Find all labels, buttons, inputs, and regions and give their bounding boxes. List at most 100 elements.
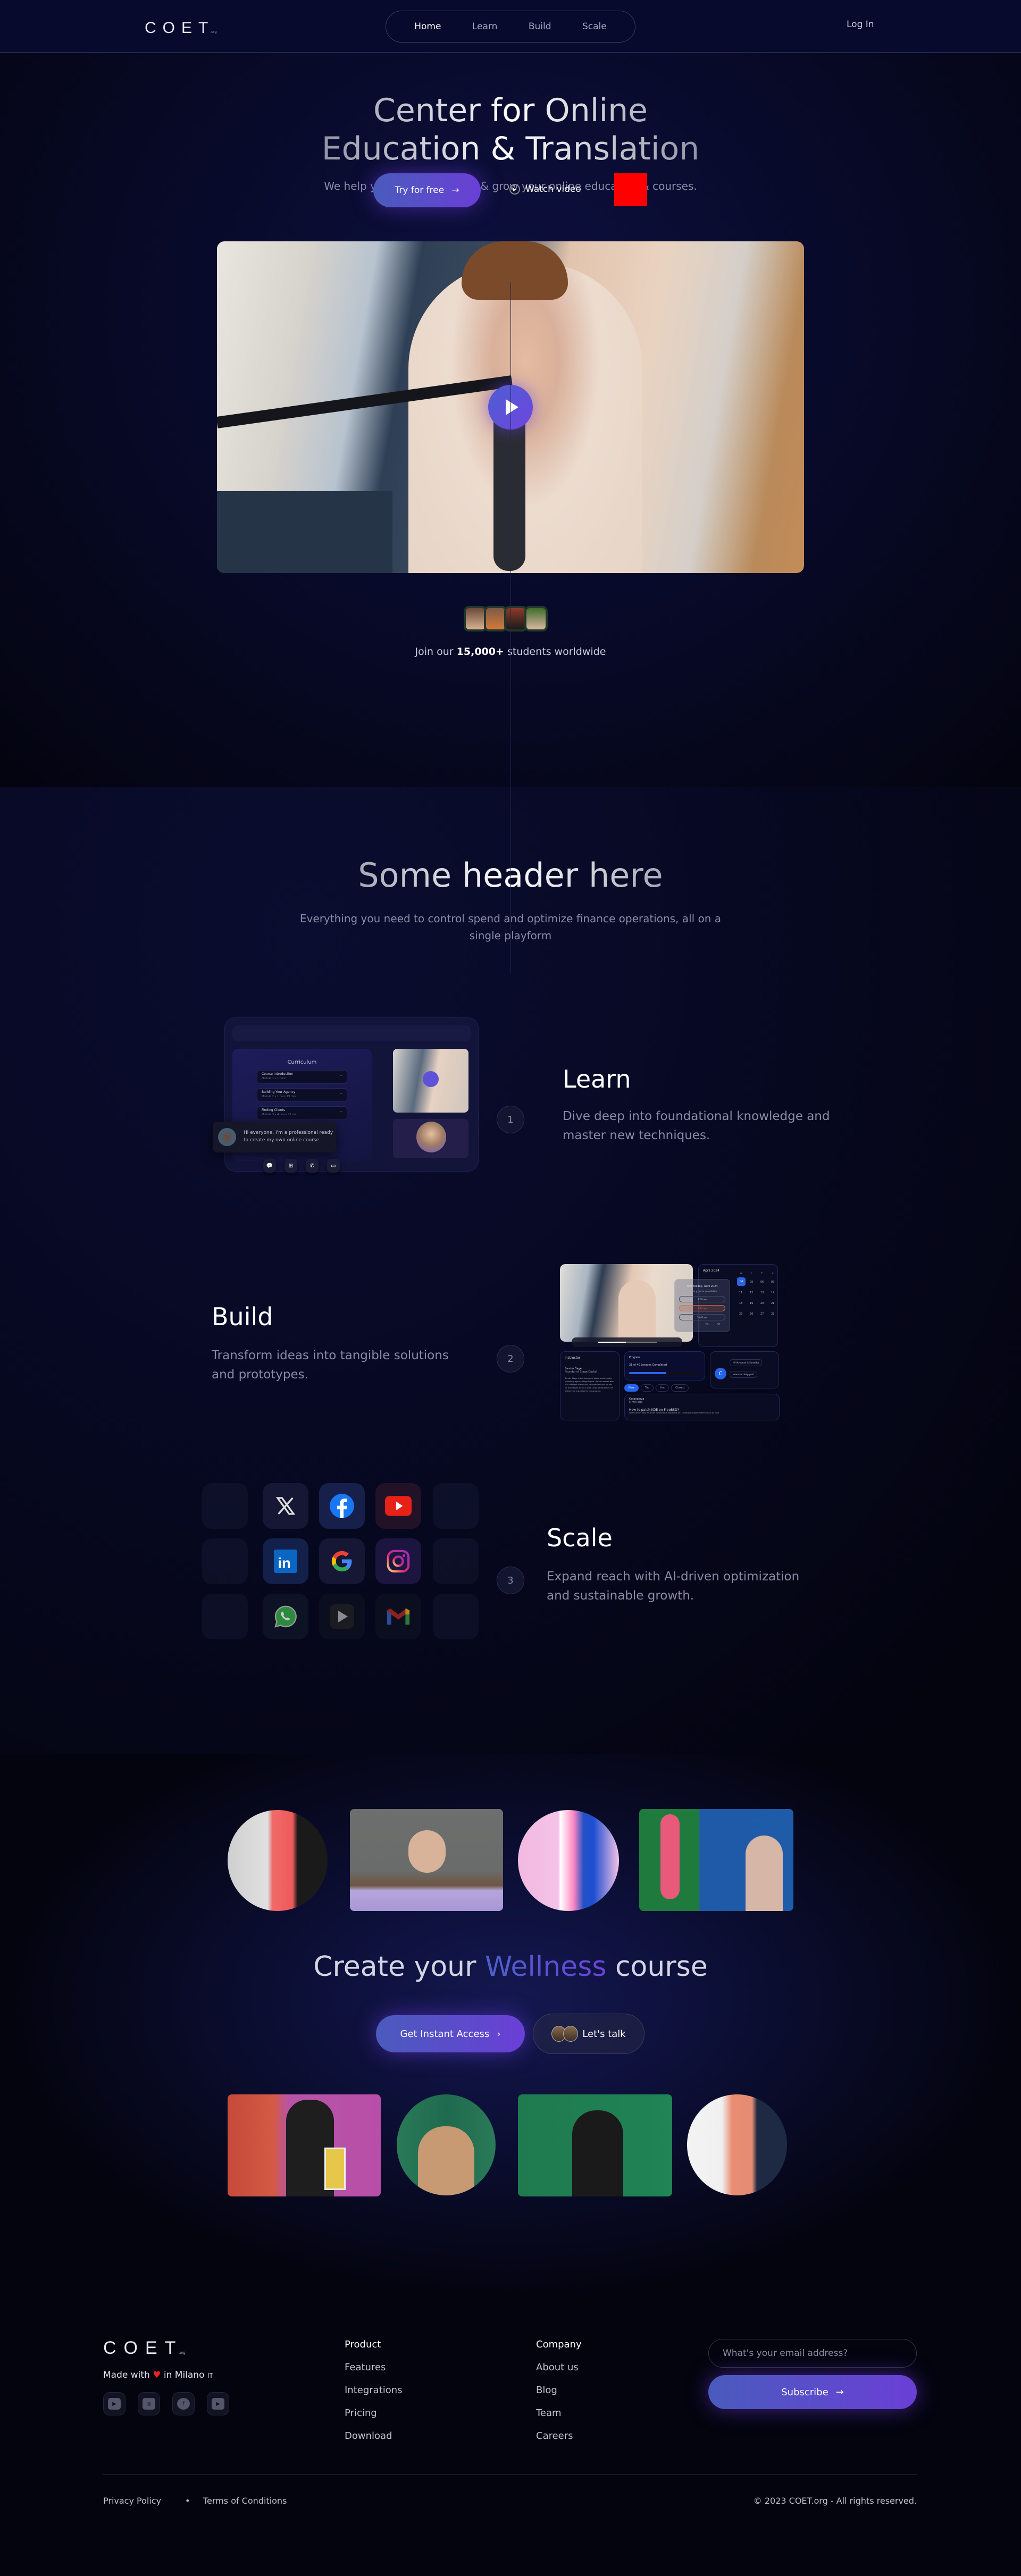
module-item[interactable]: Building Your Agency Module 2 • 1 hour 19… — [257, 1088, 347, 1102]
placeholder-tile — [433, 1483, 479, 1529]
nav-item-build[interactable]: Build — [529, 21, 551, 32]
calendar-day[interactable]: 05 — [750, 1281, 753, 1284]
footer-link-blog[interactable]: Blog — [536, 2385, 582, 2396]
footer-link-team[interactable]: Team — [536, 2407, 582, 2419]
footer-youtube-link[interactable]: ▶ — [103, 2392, 125, 2415]
availability-title: Wednesday, April 2024 — [687, 1285, 718, 1288]
youtube-icon[interactable] — [375, 1483, 421, 1529]
tab-closed[interactable]: Closed — [671, 1384, 689, 1392]
red-placeholder-box — [614, 173, 647, 206]
logo[interactable]: COET.org — [145, 19, 216, 37]
watch-video-button[interactable]: ▶ Watch video — [509, 184, 581, 195]
calendar-selected-day[interactable]: 04 — [737, 1277, 746, 1286]
step-number-3: 3 — [497, 1567, 524, 1594]
footer-link-about[interactable]: About us — [536, 2362, 582, 2373]
calendar-day[interactable]: 21 — [771, 1302, 774, 1305]
footer-instagram-link[interactable]: ◎ — [138, 2392, 160, 2415]
facebook-icon[interactable] — [319, 1483, 365, 1529]
step-number-2: 2 — [497, 1345, 524, 1373]
student-avatars — [464, 606, 548, 632]
tab-new[interactable]: New — [624, 1384, 639, 1392]
lets-talk-button[interactable]: Let's talk — [533, 2014, 645, 2054]
facebook-icon: f — [177, 2398, 190, 2410]
video-scene-person — [618, 1280, 656, 1342]
hero-title-line2: Education & Translation — [321, 130, 700, 167]
photo-face — [408, 1830, 446, 1873]
get-instant-access-button[interactable]: Get Instant Access › — [376, 2015, 525, 2052]
terms-link[interactable]: Terms of Conditions — [203, 2496, 287, 2506]
calendar-day[interactable]: 28 — [771, 1312, 774, 1316]
nav-menu: Home Learn Build Scale — [386, 11, 635, 43]
video-controls[interactable] — [572, 1337, 682, 1347]
availability-label: Times you're available — [687, 1290, 717, 1293]
instructor-photo — [687, 2094, 787, 2195]
italy-flag-icon: IT — [207, 2372, 213, 2379]
forum-post[interactable]: Golanginya 5 min ago How to patch KDE on… — [624, 1394, 780, 1420]
heart-icon: ♥ — [153, 2370, 161, 2380]
chat-icon[interactable]: 💬 — [263, 1159, 276, 1173]
calendar-day[interactable]: 27 — [760, 1312, 764, 1316]
calendar-day[interactable]: 26 — [750, 1312, 753, 1316]
calendar-day-header: f — [761, 1272, 763, 1275]
chevron-down-icon: ⌄ — [339, 1091, 342, 1095]
instructor-photo — [518, 2094, 672, 2196]
phone-icon[interactable]: ✆ — [306, 1159, 319, 1173]
play-store-icon[interactable] — [319, 1594, 365, 1639]
calendar-day[interactable]: 06 — [760, 1281, 764, 1284]
footer-link-careers[interactable]: Careers — [536, 2430, 582, 2442]
x-icon[interactable] — [263, 1483, 308, 1529]
time-slot[interactable]: 9:00 am — [679, 1296, 725, 1302]
play-icon[interactable] — [423, 1071, 439, 1087]
time-slot[interactable]: 10:00 am — [679, 1314, 725, 1320]
footer-link-features[interactable]: Features — [345, 2362, 403, 2373]
calendar-day[interactable]: 20 — [760, 1302, 764, 1305]
footer-logo[interactable]: COET.org — [103, 2338, 186, 2359]
placeholder-tile — [202, 1483, 248, 1529]
instructor-photo — [228, 2094, 381, 2196]
login-link[interactable]: Log In — [847, 19, 874, 30]
photo-person — [572, 2110, 623, 2196]
try-for-free-button[interactable]: Try for free → — [373, 173, 481, 207]
subscribe-button[interactable]: Subscribe → — [708, 2375, 917, 2409]
course-video-player[interactable] — [560, 1264, 693, 1347]
footer-link-integrations[interactable]: Integrations — [345, 2385, 403, 2396]
module-item[interactable]: Course Introduction Module 1 • 1 hour ⌄ — [257, 1070, 347, 1084]
footer-link-download[interactable]: Download — [345, 2430, 403, 2442]
footer-youtube-link-2[interactable]: ▶ — [207, 2392, 229, 2415]
footer-facebook-link[interactable]: f — [172, 2392, 195, 2415]
screen-share-icon[interactable]: ▭ — [327, 1159, 340, 1173]
integrations-icon-grid: in — [202, 1483, 500, 1643]
classroom-icon[interactable]: ⊞ — [284, 1159, 297, 1173]
instagram-icon: ◎ — [143, 2398, 155, 2410]
tab-top[interactable]: Top — [640, 1384, 654, 1392]
privacy-policy-link[interactable]: Privacy Policy — [103, 2496, 161, 2506]
linkedin-icon[interactable]: in — [263, 1538, 308, 1584]
nav-item-home[interactable]: Home — [414, 21, 441, 32]
footer-link-pricing[interactable]: Pricing — [345, 2407, 403, 2419]
calendar-day[interactable]: 25 — [739, 1312, 742, 1316]
nav-item-learn[interactable]: Learn — [472, 21, 498, 32]
tab-hot[interactable]: Hot — [656, 1384, 669, 1392]
availability-popup: Wednesday, April 2024 Times you're avail… — [674, 1279, 730, 1332]
participant-video — [393, 1119, 468, 1158]
calendar-day[interactable]: 12 — [750, 1291, 753, 1294]
instagram-icon[interactable] — [375, 1538, 421, 1584]
placeholder-tile — [202, 1538, 248, 1584]
nav-item-scale[interactable]: Scale — [582, 21, 607, 32]
instructor-photo — [639, 1809, 793, 1911]
whatsapp-icon[interactable] — [263, 1594, 308, 1639]
time-slot-selected[interactable]: 9:30 am — [679, 1305, 725, 1311]
email-input[interactable] — [708, 2339, 917, 2368]
lesson-video-thumbnail[interactable] — [393, 1049, 468, 1113]
module-meta: Module 2 • 1 hour 19 min — [262, 1095, 296, 1098]
gmail-icon[interactable] — [375, 1594, 421, 1639]
calendar-day[interactable]: 13 — [760, 1291, 764, 1294]
calendar-day[interactable]: 19 — [750, 1302, 753, 1305]
calendar-day[interactable]: 07 — [771, 1281, 774, 1284]
calendar-day[interactable]: 11 — [739, 1291, 742, 1294]
calendar-day[interactable]: 18 — [739, 1302, 742, 1305]
google-icon[interactable] — [319, 1538, 365, 1584]
calendar-day[interactable]: 14 — [771, 1291, 774, 1294]
step-title-learn: Learn — [563, 1065, 631, 1093]
module-item[interactable]: Finding Clients Module 3 • 4 hours 21 min… — [257, 1106, 347, 1120]
